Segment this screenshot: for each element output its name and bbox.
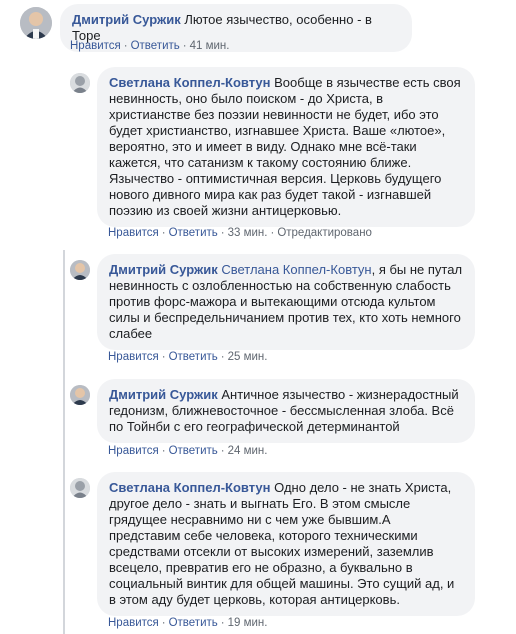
comment-bubble: Дмитрий Суржик Светлана Коппел-Ковтун, я… [97, 254, 475, 350]
avatar[interactable] [70, 73, 90, 93]
reply-thread-line [63, 250, 65, 634]
comment-actions: Нравится · Ответить · 41 мин. [70, 40, 230, 52]
avatar[interactable] [20, 7, 52, 39]
comment-timestamp[interactable]: 24 мин. [228, 445, 268, 457]
comment-timestamp[interactable]: 19 мин. [228, 617, 268, 629]
comment-timestamp[interactable]: 25 мин. [228, 351, 268, 363]
user-avatar-icon [70, 385, 90, 405]
comment-bubble: Светлана Коппел-Ковтун Одно дело - не зн… [97, 472, 475, 616]
user-avatar-icon [20, 7, 52, 39]
like-link[interactable]: Нравится [108, 617, 159, 629]
user-avatar-icon [70, 478, 90, 498]
avatar[interactable] [70, 260, 90, 280]
comment-bubble: Светлана Коппел-Ковтун Вообще в язычеств… [97, 67, 475, 227]
comment-text: Вообще в язычестве есть своя невинность,… [109, 75, 461, 218]
comment-author[interactable]: Светлана Коппел-Ковтун [109, 480, 271, 495]
comment-author[interactable]: Светлана Коппел-Ковтун [109, 75, 271, 90]
reply-link[interactable]: Ответить [131, 40, 180, 52]
avatar[interactable] [70, 385, 90, 405]
comment-actions: Нравится · Ответить · 24 мин. [108, 445, 268, 457]
edited-label[interactable]: Отредактировано [277, 227, 372, 239]
reply-link[interactable]: Ответить [169, 351, 218, 363]
like-link[interactable]: Нравится [108, 351, 159, 363]
avatar[interactable] [70, 478, 90, 498]
reply-link[interactable]: Ответить [169, 617, 218, 629]
comment-actions: Нравится · Ответить · 19 мин. [108, 617, 268, 629]
user-avatar-icon [70, 73, 90, 93]
like-link[interactable]: Нравится [70, 40, 121, 52]
comment-bubble: Дмитрий Суржик Античное язычество - жизн… [97, 379, 475, 443]
reply-link[interactable]: Ответить [169, 445, 218, 457]
comment-actions: Нравится · Ответить · 25 мин. [108, 351, 268, 363]
like-link[interactable]: Нравится [108, 227, 159, 239]
user-avatar-icon [70, 260, 90, 280]
comment-timestamp[interactable]: 33 мин. [228, 227, 268, 239]
like-link[interactable]: Нравится [108, 445, 159, 457]
comment-author[interactable]: Дмитрий Суржик [72, 12, 181, 27]
mention-link[interactable]: Светлана Коппел-Ковтун [221, 262, 371, 277]
comment-author[interactable]: Дмитрий Суржик [109, 262, 218, 277]
comment-actions: Нравится · Ответить · 33 мин. · Отредактирован… [108, 227, 372, 239]
reply-link[interactable]: Ответить [169, 227, 218, 239]
comment-timestamp[interactable]: 41 мин. [190, 40, 230, 52]
comment-author[interactable]: Дмитрий Суржик [109, 387, 218, 402]
comment-text: Одно дело - не знать Христа, другое дело… [109, 480, 455, 607]
